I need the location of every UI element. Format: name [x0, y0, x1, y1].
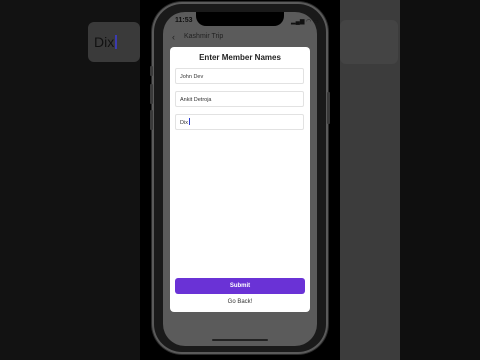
- member-names-modal: Enter Member Names John Dev Ankit Detroj…: [170, 47, 310, 312]
- member-name-value: John Dev: [180, 74, 204, 80]
- home-indicator: [212, 339, 268, 341]
- volume-up-button: [150, 84, 153, 104]
- mute-switch: [150, 66, 153, 76]
- status-time: 11:53: [175, 17, 193, 24]
- power-button: [327, 92, 330, 124]
- submit-button[interactable]: Submit: [175, 278, 305, 294]
- notch: [196, 12, 284, 26]
- member-name-field-1[interactable]: John Dev: [175, 68, 304, 84]
- status-icons: ▂▄▆ ◠ ▭: [291, 19, 319, 25]
- modal-title: Enter Member Names: [199, 53, 281, 62]
- text-cursor: [188, 118, 190, 125]
- member-name-value: Dix: [180, 120, 188, 126]
- background-left-text: Dix: [94, 34, 118, 50]
- member-name-field-2[interactable]: Ankit Detroja: [175, 91, 304, 107]
- back-chevron-icon[interactable]: ‹: [172, 32, 175, 42]
- member-name-field-3[interactable]: Dix: [175, 114, 304, 130]
- member-name-value: Ankit Detroja: [180, 97, 212, 103]
- background-right-panel: [340, 20, 398, 64]
- nav-title: Kashmir Trip: [184, 33, 224, 40]
- volume-down-button: [150, 110, 153, 130]
- go-back-link[interactable]: Go Back!: [170, 299, 310, 305]
